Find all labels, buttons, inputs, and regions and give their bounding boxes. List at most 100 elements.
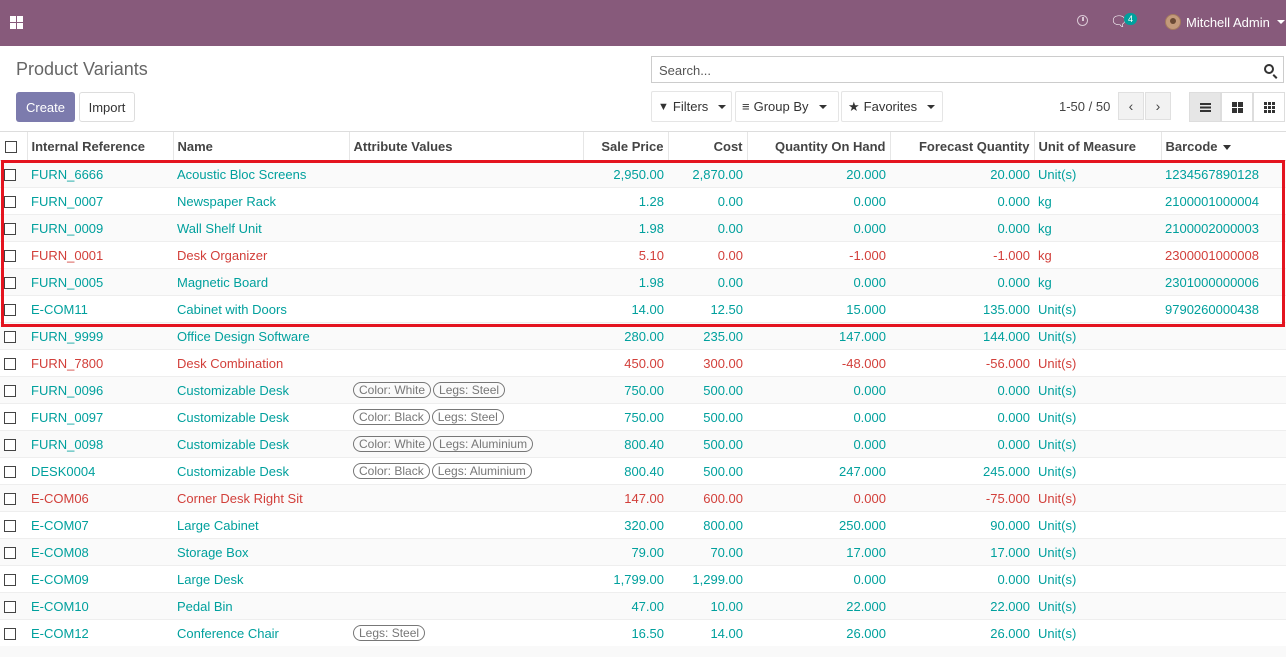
cell-barcode[interactable] bbox=[1161, 511, 1286, 539]
table-row[interactable]: E-COM06 Corner Desk Right Sit 147.00 600.00… bbox=[0, 484, 1286, 512]
cell-quantity-on-hand[interactable]: 0.000 bbox=[747, 376, 890, 404]
cell-sale-price[interactable]: 147.00 bbox=[583, 484, 668, 512]
cell-attribute-values[interactable] bbox=[349, 295, 583, 323]
search-box[interactable] bbox=[651, 56, 1284, 83]
table-row[interactable]: E-COM11 Cabinet with Doors 14.00 12.50 15.00… bbox=[0, 295, 1286, 323]
row-checkbox[interactable] bbox=[4, 466, 16, 479]
search-input[interactable] bbox=[657, 62, 1251, 79]
pager-previous-button[interactable]: ‹ bbox=[1118, 92, 1144, 120]
cell-sale-price[interactable]: 1.98 bbox=[583, 268, 668, 296]
cell-barcode[interactable] bbox=[1161, 565, 1286, 593]
table-row[interactable]: FURN_0005 Magnetic Board 1.98 0.00 0.000 0.00… bbox=[0, 268, 1286, 296]
column-header-cost[interactable]: Cost bbox=[667, 132, 747, 161]
cell-attribute-values[interactable]: Color: Black Legs: Aluminium bbox=[349, 457, 583, 485]
cell-sale-price[interactable]: 1,799.00 bbox=[583, 565, 668, 593]
cell-internal-reference[interactable]: DESK0004 bbox=[27, 457, 173, 485]
cell-attribute-values[interactable] bbox=[349, 187, 583, 215]
cell-name[interactable]: Large Cabinet bbox=[173, 511, 349, 539]
row-checkbox[interactable] bbox=[4, 412, 16, 425]
cell-cost[interactable]: 12.50 bbox=[668, 295, 747, 323]
select-all-checkbox-cell[interactable] bbox=[0, 132, 27, 161]
cell-unit-of-measure[interactable]: Unit(s) bbox=[1034, 592, 1161, 620]
cell-cost[interactable]: 800.00 bbox=[668, 511, 747, 539]
cell-unit-of-measure[interactable]: Unit(s) bbox=[1034, 295, 1161, 323]
cell-internal-reference[interactable]: E-COM09 bbox=[27, 565, 173, 593]
cell-quantity-on-hand[interactable]: 0.000 bbox=[747, 484, 890, 512]
cell-attribute-values[interactable] bbox=[349, 241, 583, 269]
table-row[interactable]: E-COM12 Conference Chair Legs: Steel 16.50 1… bbox=[0, 619, 1286, 646]
row-checkbox-cell[interactable] bbox=[0, 349, 27, 377]
cell-internal-reference[interactable]: FURN_0096 bbox=[27, 376, 173, 404]
cell-forecast-quantity[interactable]: 20.000 bbox=[890, 160, 1034, 188]
cell-quantity-on-hand[interactable]: 0.000 bbox=[747, 214, 890, 242]
grid-view-button[interactable] bbox=[1253, 92, 1285, 122]
cell-quantity-on-hand[interactable]: 247.000 bbox=[747, 457, 890, 485]
cell-quantity-on-hand[interactable]: 250.000 bbox=[747, 511, 890, 539]
cell-forecast-quantity[interactable]: 90.000 bbox=[890, 511, 1034, 539]
cell-name[interactable]: Acoustic Bloc Screens bbox=[173, 160, 349, 188]
table-row[interactable]: E-COM09 Large Desk 1,799.00 1,299.00 0.000 0.… bbox=[0, 565, 1286, 593]
row-checkbox-cell[interactable] bbox=[0, 457, 27, 485]
cell-unit-of-measure[interactable]: Unit(s) bbox=[1034, 430, 1161, 458]
cell-cost[interactable]: 0.00 bbox=[668, 187, 747, 215]
cell-forecast-quantity[interactable]: 0.000 bbox=[890, 214, 1034, 242]
row-checkbox-cell[interactable] bbox=[0, 214, 27, 242]
cell-attribute-values[interactable] bbox=[349, 511, 583, 539]
table-row[interactable]: FURN_0098 Customizable Desk Color: White Le… bbox=[0, 430, 1286, 458]
cell-barcode[interactable] bbox=[1161, 403, 1286, 431]
cell-sale-price[interactable]: 450.00 bbox=[583, 349, 668, 377]
cell-quantity-on-hand[interactable]: 0.000 bbox=[747, 565, 890, 593]
cell-unit-of-measure[interactable]: kg bbox=[1034, 214, 1161, 242]
cell-sale-price[interactable]: 800.40 bbox=[583, 430, 668, 458]
cell-attribute-values[interactable] bbox=[349, 322, 583, 350]
cell-sale-price[interactable]: 16.50 bbox=[583, 619, 668, 646]
cell-barcode[interactable] bbox=[1161, 538, 1286, 566]
cell-quantity-on-hand[interactable]: 0.000 bbox=[747, 268, 890, 296]
cell-forecast-quantity[interactable]: -1.000 bbox=[890, 241, 1034, 269]
cell-unit-of-measure[interactable]: kg bbox=[1034, 268, 1161, 296]
cell-barcode[interactable]: 2300001000008 bbox=[1161, 241, 1286, 269]
cell-attribute-values[interactable] bbox=[349, 160, 583, 188]
table-row[interactable]: FURN_9999 Office Design Software 280.00 235… bbox=[0, 322, 1286, 350]
row-checkbox[interactable] bbox=[4, 439, 16, 452]
cell-internal-reference[interactable]: E-COM07 bbox=[27, 511, 173, 539]
row-checkbox-cell[interactable] bbox=[0, 160, 27, 188]
cell-forecast-quantity[interactable]: 22.000 bbox=[890, 592, 1034, 620]
cell-sale-price[interactable]: 280.00 bbox=[583, 322, 668, 350]
table-row[interactable]: FURN_0007 Newspaper Rack 1.28 0.00 0.000 0.00… bbox=[0, 187, 1286, 215]
column-header-barcode[interactable]: Barcode bbox=[1160, 132, 1286, 161]
cell-unit-of-measure[interactable]: Unit(s) bbox=[1034, 457, 1161, 485]
row-checkbox[interactable] bbox=[4, 196, 16, 209]
cell-cost[interactable]: 600.00 bbox=[668, 484, 747, 512]
pager-next-button[interactable]: › bbox=[1145, 92, 1171, 120]
cell-name[interactable]: Newspaper Rack bbox=[173, 187, 349, 215]
cell-unit-of-measure[interactable]: Unit(s) bbox=[1034, 565, 1161, 593]
cell-quantity-on-hand[interactable]: 15.000 bbox=[747, 295, 890, 323]
cell-unit-of-measure[interactable]: Unit(s) bbox=[1034, 511, 1161, 539]
cell-name[interactable]: Magnetic Board bbox=[173, 268, 349, 296]
cell-sale-price[interactable]: 2,950.00 bbox=[583, 160, 668, 188]
cell-cost[interactable]: 2,870.00 bbox=[668, 160, 747, 188]
row-checkbox-cell[interactable] bbox=[0, 538, 27, 566]
cell-quantity-on-hand[interactable]: 0.000 bbox=[747, 430, 890, 458]
row-checkbox[interactable] bbox=[4, 601, 16, 614]
cell-name[interactable]: Wall Shelf Unit bbox=[173, 214, 349, 242]
cell-forecast-quantity[interactable]: 17.000 bbox=[890, 538, 1034, 566]
cell-barcode[interactable]: 9790260000438 bbox=[1161, 295, 1286, 323]
cell-attribute-values[interactable] bbox=[349, 214, 583, 242]
cell-forecast-quantity[interactable]: 0.000 bbox=[890, 403, 1034, 431]
cell-forecast-quantity[interactable]: -75.000 bbox=[890, 484, 1034, 512]
table-row[interactable]: FURN_6666 Acoustic Bloc Screens 2,950.00 2,… bbox=[0, 160, 1286, 188]
cell-name[interactable]: Conference Chair bbox=[173, 619, 349, 646]
column-header-attribute-values[interactable]: Attribute Values bbox=[348, 132, 583, 161]
column-header-unit-of-measure[interactable]: Unit of Measure bbox=[1033, 132, 1161, 161]
cell-attribute-values[interactable]: Color: White Legs: Steel bbox=[349, 376, 583, 404]
cell-quantity-on-hand[interactable]: 0.000 bbox=[747, 187, 890, 215]
cell-unit-of-measure[interactable]: Unit(s) bbox=[1034, 376, 1161, 404]
cell-cost[interactable]: 10.00 bbox=[668, 592, 747, 620]
cell-barcode[interactable] bbox=[1161, 484, 1286, 512]
cell-barcode[interactable]: 2100002000003 bbox=[1161, 214, 1286, 242]
cell-cost[interactable]: 235.00 bbox=[668, 322, 747, 350]
cell-name[interactable]: Customizable Desk bbox=[173, 376, 349, 404]
cell-forecast-quantity[interactable]: 0.000 bbox=[890, 430, 1034, 458]
